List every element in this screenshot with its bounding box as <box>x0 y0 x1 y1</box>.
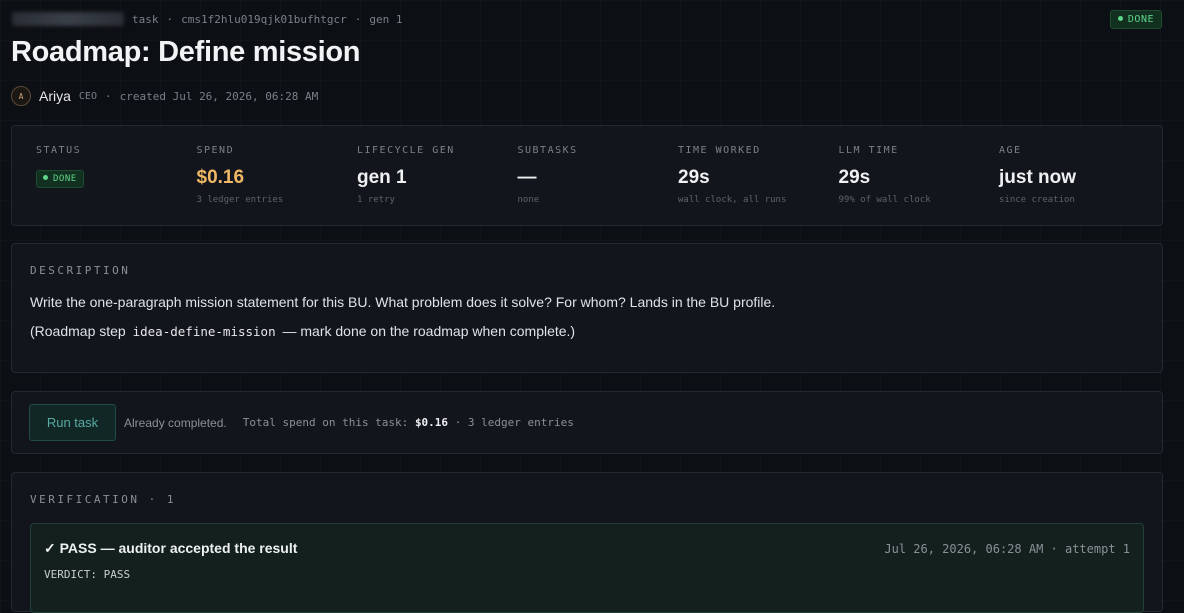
stat-sub: wall clock, all runs <box>678 195 787 205</box>
roadmap-step-code: idea-define-mission <box>132 324 276 339</box>
page-title: Roadmap: Define mission <box>11 36 361 68</box>
stat-label: TIME WORKED <box>678 145 761 156</box>
stat-spend: SPEND $0.16 3 ledger entries <box>197 126 358 225</box>
verification-result-meta: Jul 26, 2026, 06:28 AM · attempt 1 <box>884 541 1130 556</box>
verification-panel: VERIFICATION · 1 ✓ PASS — auditor accept… <box>11 472 1163 613</box>
stat-label: STATUS <box>36 145 82 156</box>
stat-sub: since creation <box>999 195 1075 205</box>
status-badge: DONE <box>1109 10 1162 29</box>
status-badge-label: DONE <box>1127 14 1154 25</box>
author-name[interactable]: Ariya <box>39 88 71 104</box>
stat-value: gen 1 <box>357 167 407 188</box>
stat-label: LLM TIME <box>838 145 899 156</box>
separator: · <box>354 12 362 26</box>
status-badge: DONE <box>36 170 84 188</box>
breadcrumb-task[interactable]: task <box>132 13 159 26</box>
stat-label: SUBTASKS <box>517 145 578 156</box>
avatar[interactable]: A <box>11 86 31 106</box>
task-id: cms1f2hlu019qjk01bufhtgcr <box>181 12 347 26</box>
run-status-text: Already completed. <box>124 415 227 430</box>
created-timestamp: created Jul 26, 2026, 06:28 AM <box>119 89 319 103</box>
stat-label: SPEND <box>196 145 235 156</box>
stat-label: LIFECYCLE GEN <box>357 145 455 156</box>
run-task-button[interactable]: Run task <box>29 404 116 441</box>
stat-subtasks: SUBTASKS — none <box>518 126 679 225</box>
stats-panel: STATUS DONE SPEND $0.16 3 ledger entries… <box>11 125 1163 226</box>
description-panel: DESCRIPTION Write the one-paragraph miss… <box>11 243 1163 373</box>
spend-suffix: · 3 ledger entries <box>454 416 574 429</box>
section-label: DESCRIPTION <box>30 264 131 277</box>
stat-sub: 99% of wall clock <box>838 195 931 205</box>
author-role: CEO <box>78 90 97 102</box>
spend-value: $0.16 <box>414 416 449 429</box>
verdict-text: VERDICT: PASS <box>44 568 131 581</box>
separator: · <box>104 89 112 103</box>
roadmap-note-prefix: (Roadmap step <box>30 323 126 339</box>
status-dot-icon <box>43 175 48 180</box>
byline: A Ariya CEO · created Jul 26, 2026, 06:2… <box>11 85 318 107</box>
redacted-breadcrumb <box>12 12 124 26</box>
stat-lifecycle-gen: LIFECYCLE GEN gen 1 1 retry <box>357 126 518 225</box>
description-text: Write the one-paragraph mission statemen… <box>30 294 776 310</box>
stat-sub: none <box>517 195 540 205</box>
stat-label: AGE <box>999 145 1022 156</box>
gen-label: gen 1 <box>369 12 403 26</box>
verification-result-title: ✓ PASS — auditor accepted the result <box>44 540 298 556</box>
stat-value: $0.16 <box>196 167 245 188</box>
stat-age: AGE just now since creation <box>999 126 1160 225</box>
spend-prefix: Total spend on this task: <box>242 416 409 429</box>
run-panel: Run task Already completed. Total spend … <box>11 391 1163 454</box>
stat-value: 29s <box>838 167 871 188</box>
roadmap-note-suffix: — mark done on the roadmap when complete… <box>282 323 576 339</box>
stat-value: 29s <box>678 167 710 188</box>
status-badge-label: DONE <box>53 174 77 184</box>
stat-value: just now <box>999 167 1077 188</box>
stat-time-worked: TIME WORKED 29s wall clock, all runs <box>678 126 839 225</box>
stat-status: STATUS DONE <box>36 126 197 225</box>
status-dot-icon <box>1117 15 1123 21</box>
stat-sub: 1 retry <box>357 195 395 205</box>
stat-value: — <box>517 167 537 188</box>
description-roadmap-note: (Roadmap step idea-define-mission — mark… <box>30 323 1144 339</box>
stat-llm-time: LLM TIME 29s 99% of wall clock <box>839 126 1000 225</box>
verification-result: ✓ PASS — auditor accepted the result Jul… <box>30 523 1144 613</box>
total-spend-text: Total spend on this task: $0.16 · 3 ledg… <box>243 416 574 429</box>
separator: · <box>166 12 174 26</box>
stat-sub: 3 ledger entries <box>196 195 284 205</box>
breadcrumb: task · cms1f2hlu019qjk01bufhtgcr · gen 1 <box>12 10 402 28</box>
section-label: VERIFICATION · 1 <box>30 493 176 506</box>
